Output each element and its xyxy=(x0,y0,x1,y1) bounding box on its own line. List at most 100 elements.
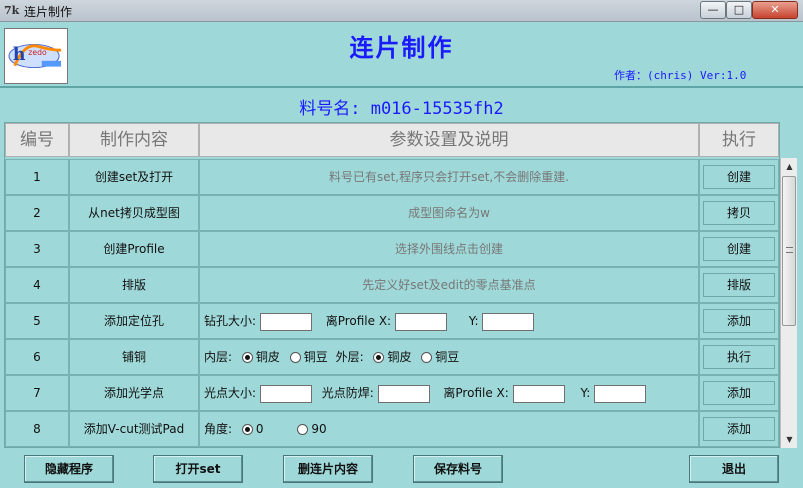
profile-x-label: 离Profile X: xyxy=(325,314,392,328)
table-row: 4 排版 先定义好set及edit的零点基准点 排版 xyxy=(5,267,779,303)
inner-layer-label: 内层: xyxy=(204,350,233,364)
outer-layer-label: 外层: xyxy=(335,350,364,364)
row-note: 先定义好set及edit的零点基准点 xyxy=(199,267,699,303)
add-fiducial-button[interactable]: 添加 xyxy=(703,381,775,405)
row-exec-cell: 执行 xyxy=(699,339,779,375)
save-job-button[interactable]: 保存料号 xyxy=(413,455,503,483)
row-number: 3 xyxy=(5,231,69,267)
row-task-name: 添加定位孔 xyxy=(69,303,199,339)
row-exec-cell: 添加 xyxy=(699,303,779,339)
table-row: 6 铺铜 内层: 铜皮 铜豆 外层: 铜皮 铜豆 执行 xyxy=(5,339,779,375)
row-task-name: 从net拷贝成型图 xyxy=(69,195,199,231)
header-panel: h zedo 连片制作 作者：(chris) Ver:1.0 xyxy=(0,22,803,88)
profile-x-input[interactable] xyxy=(394,312,447,331)
grip-icon xyxy=(786,247,793,253)
row-exec-cell: 排版 xyxy=(699,267,779,303)
row-exec-cell: 拷贝 xyxy=(699,195,779,231)
angle-90-label: 90 xyxy=(311,422,327,436)
app-title: 连片制作 xyxy=(349,34,454,62)
author-version: 作者：(chris) Ver:1.0 xyxy=(614,69,747,82)
profile-y-input[interactable] xyxy=(482,312,535,331)
row-params: 钻孔大小: 离Profile X: Y: xyxy=(199,303,699,339)
column-header-no: 编号 xyxy=(5,123,69,157)
profile-y-label: Y: xyxy=(580,386,591,400)
fiducial-mask-input[interactable] xyxy=(377,384,430,403)
bottom-toolbar: 隐藏程序 打开set 删连片内容 保存料号 退出 xyxy=(0,450,803,488)
delete-panel-button[interactable]: 删连片内容 xyxy=(283,455,373,483)
inner-dot-label: 铜豆 xyxy=(303,350,328,364)
table-row: 8 添加V-cut测试Pad 角度: 0 90 添加 xyxy=(5,411,779,447)
profile-y-input[interactable] xyxy=(594,384,647,403)
row-exec-cell: 添加 xyxy=(699,411,779,447)
drill-size-input[interactable] xyxy=(259,312,312,331)
outer-copper-label: 铜皮 xyxy=(387,350,412,364)
fiducial-mask-label: 光点防焊: xyxy=(321,386,374,400)
table-row: 2 从net拷贝成型图 成型图命名为w 拷贝 xyxy=(5,195,779,231)
vertical-scrollbar[interactable]: ▲ ▼ xyxy=(780,158,797,448)
panelize-button[interactable]: 排版 xyxy=(703,273,775,297)
row-exec-cell: 添加 xyxy=(699,375,779,411)
angle-90-radio[interactable] xyxy=(297,424,309,435)
table-row: 5 添加定位孔 钻孔大小: 离Profile X: Y: 添加 xyxy=(5,303,779,339)
row-params: 光点大小: 光点防焊: 离Profile X: Y: xyxy=(199,375,699,411)
profile-y-label: Y: xyxy=(468,314,479,328)
row-number: 1 xyxy=(5,159,69,195)
table-row: 3 创建Profile 选择外围线点击创建 创建 xyxy=(5,231,779,267)
fiducial-size-label: 光点大小: xyxy=(204,386,257,400)
scroll-down-icon[interactable]: ▼ xyxy=(781,431,798,448)
row-task-name: 添加光学点 xyxy=(69,375,199,411)
minimize-button[interactable]: — xyxy=(700,1,726,19)
open-set-button[interactable]: 打开set xyxy=(153,455,243,483)
window-titlebar: 7k 连片制作 — □ ✕ xyxy=(0,0,803,22)
column-header-execute: 执行 xyxy=(699,123,779,157)
outer-dot-radio[interactable] xyxy=(421,352,433,363)
window-title: 连片制作 xyxy=(24,5,73,19)
row-task-name: 铺铜 xyxy=(69,339,199,375)
angle-0-radio[interactable] xyxy=(241,424,253,435)
angle-label: 角度: xyxy=(204,422,233,436)
scroll-up-icon[interactable]: ▲ xyxy=(781,158,798,175)
create-profile-button[interactable]: 创建 xyxy=(703,237,775,261)
add-tooling-hole-button[interactable]: 添加 xyxy=(703,309,775,333)
profile-x-input[interactable] xyxy=(512,384,565,403)
row-task-name: 创建set及打开 xyxy=(69,159,199,195)
row-number: 2 xyxy=(5,195,69,231)
maximize-button[interactable]: □ xyxy=(726,1,752,19)
copy-outline-button[interactable]: 拷贝 xyxy=(703,201,775,225)
outer-dot-label: 铜豆 xyxy=(435,350,460,364)
row-number: 4 xyxy=(5,267,69,303)
scroll-thumb[interactable] xyxy=(782,176,796,326)
profile-x-label: 离Profile X: xyxy=(443,386,509,400)
row-params: 角度: 0 90 xyxy=(199,411,699,447)
row-task-name: 添加V-cut测试Pad xyxy=(69,411,199,447)
column-header-name: 制作内容 xyxy=(69,123,199,157)
inner-copper-radio[interactable] xyxy=(241,352,253,363)
exit-button[interactable]: 退出 xyxy=(689,455,779,483)
steps-table: 编号 制作内容 参数设置及说明 执行 1 创建set及打开 料号已有set,程序… xyxy=(4,122,780,448)
inner-dot-radio[interactable] xyxy=(289,352,301,363)
create-set-button[interactable]: 创建 xyxy=(703,165,775,189)
fiducial-size-input[interactable] xyxy=(259,384,312,403)
row-number: 7 xyxy=(5,375,69,411)
hide-program-button[interactable]: 隐藏程序 xyxy=(24,455,114,483)
table-row: 1 创建set及打开 料号已有set,程序只会打开set,不会删除重建. 创建 xyxy=(5,159,779,195)
row-note: 成型图命名为w xyxy=(199,195,699,231)
row-number: 5 xyxy=(5,303,69,339)
inner-copper-label: 铜皮 xyxy=(255,350,280,364)
part-number: 料号名: m016-15535fh2 xyxy=(299,99,504,119)
add-vcut-pad-button[interactable]: 添加 xyxy=(703,417,775,441)
column-header-params: 参数设置及说明 xyxy=(199,123,699,157)
row-exec-cell: 创建 xyxy=(699,159,779,195)
row-task-name: 创建Profile xyxy=(69,231,199,267)
drill-size-label: 钻孔大小: xyxy=(204,314,257,328)
table-row: 7 添加光学点 光点大小: 光点防焊: 离Profile X: Y: 添加 xyxy=(5,375,779,411)
apply-copper-button[interactable]: 执行 xyxy=(703,345,775,369)
row-number: 6 xyxy=(5,339,69,375)
row-params: 内层: 铜皮 铜豆 外层: 铜皮 铜豆 xyxy=(199,339,699,375)
outer-copper-radio[interactable] xyxy=(373,352,385,363)
row-note: 料号已有set,程序只会打开set,不会删除重建. xyxy=(199,159,699,195)
close-button[interactable]: ✕ xyxy=(752,1,798,19)
row-number: 8 xyxy=(5,411,69,447)
angle-0-label: 0 xyxy=(255,422,264,436)
row-note: 选择外围线点击创建 xyxy=(199,231,699,267)
